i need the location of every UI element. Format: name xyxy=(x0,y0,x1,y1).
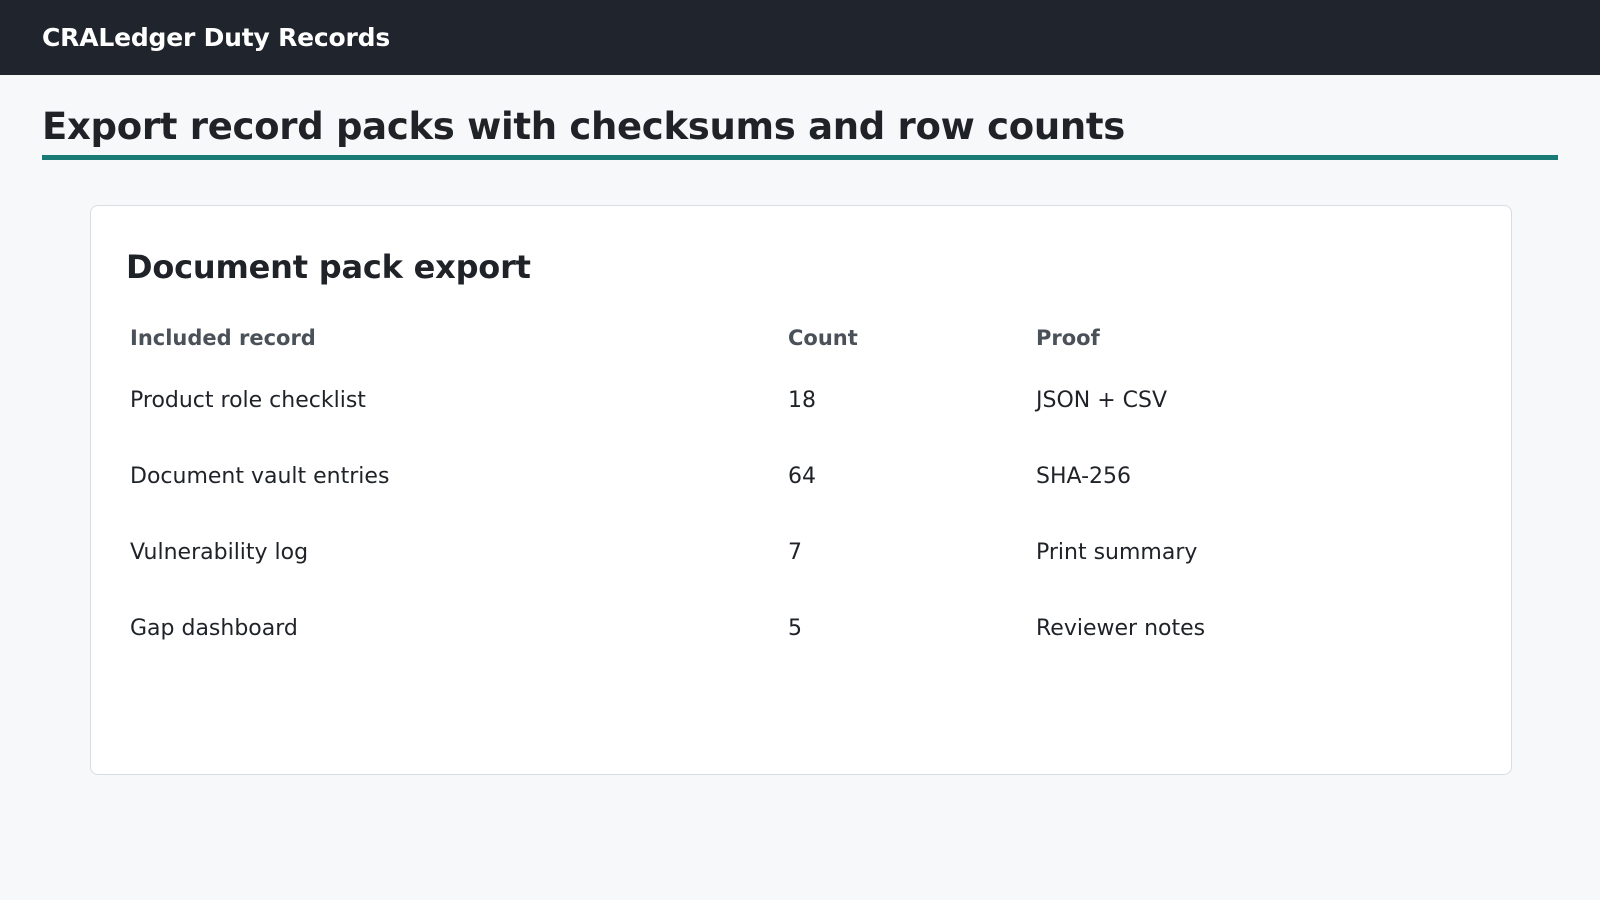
column-header-included-record: Included record xyxy=(130,326,316,350)
table-header-row: Included record Count Proof xyxy=(126,314,1478,362)
card-title: Document pack export xyxy=(126,248,531,286)
count-cell: 5 xyxy=(788,615,802,641)
table-row: Vulnerability log 7 Print summary xyxy=(126,514,1478,590)
proof-cell: Reviewer notes xyxy=(1036,615,1206,641)
table-row: Gap dashboard 5 Reviewer notes xyxy=(126,590,1478,666)
column-header-count: Count xyxy=(788,326,858,350)
proof-cell: JSON + CSV xyxy=(1036,387,1168,413)
table-row: Document vault entries 64 SHA-256 xyxy=(126,438,1478,514)
count-cell: 18 xyxy=(788,387,816,413)
page-title: Export record packs with checksums and r… xyxy=(42,105,1126,148)
record-cell: Document vault entries xyxy=(130,463,390,489)
document-pack-export-card: Document pack export Included record Cou… xyxy=(90,205,1512,775)
count-cell: 64 xyxy=(788,463,816,489)
record-cell: Product role checklist xyxy=(130,387,366,413)
page-heading: Export record packs with checksums and r… xyxy=(42,103,1558,160)
proof-cell: Print summary xyxy=(1036,539,1198,565)
count-cell: 7 xyxy=(788,539,802,565)
app-title: CRALedger Duty Records xyxy=(42,23,391,52)
top-bar: CRALedger Duty Records xyxy=(0,0,1600,75)
table-row: Product role checklist 18 JSON + CSV xyxy=(126,362,1478,438)
record-cell: Gap dashboard xyxy=(130,615,298,641)
records-table: Included record Count Proof Product role… xyxy=(126,314,1478,666)
record-cell: Vulnerability log xyxy=(130,539,309,565)
proof-cell: SHA-256 xyxy=(1036,463,1132,489)
column-header-proof: Proof xyxy=(1036,326,1100,350)
